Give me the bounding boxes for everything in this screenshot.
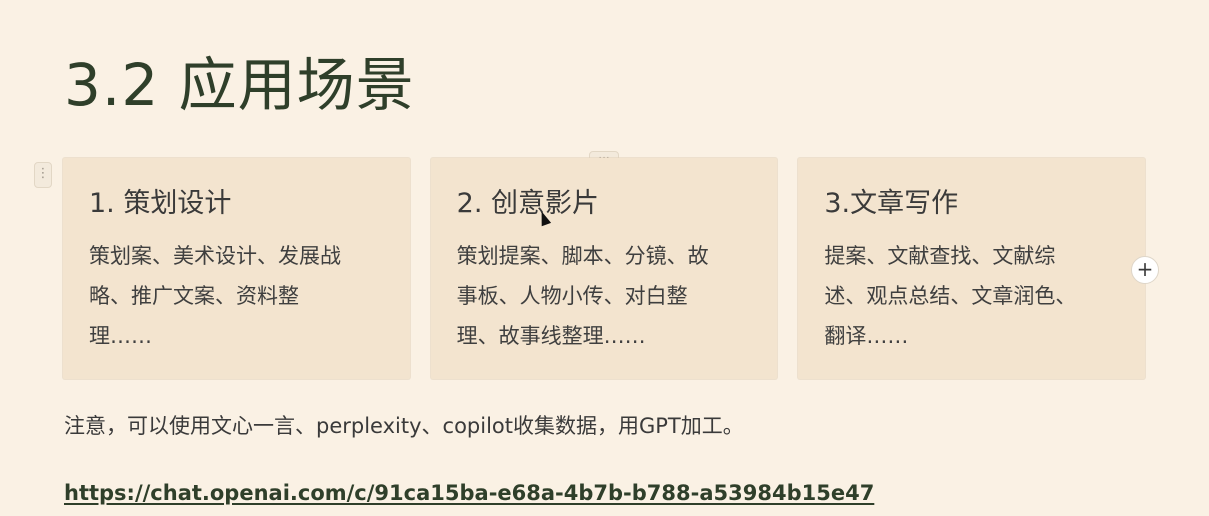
card-body-line: 理…… [89, 324, 152, 348]
card-body-line: 提案、文献查找、文献综 [824, 244, 1056, 268]
card-body: 策划提案、脚本、分镜、故 事板、人物小传、对白整 理、故事线整理…… [457, 236, 752, 356]
note-text: 注意，可以使用文心一言、perplexity、copilot收集数据，用GPT加… [64, 414, 744, 438]
card-title: 2. 创意影片 [456, 188, 600, 219]
card-body-line: 翻译…… [824, 324, 909, 348]
card-article-writing[interactable]: 3.文章写作 提案、文献查找、文献综 述、观点总结、文章润色、 翻译…… [798, 158, 1146, 379]
page-title: 3.2 应用场景 [64, 51, 415, 119]
card-body: 提案、文献查找、文献综 述、观点总结、文章润色、 翻译…… [824, 236, 1119, 356]
card-creative-film[interactable]: 2. 创意影片 策划提案、脚本、分镜、故 事板、人物小传、对白整 理、故事线整理… [430, 158, 778, 379]
add-column-button[interactable]: + [1131, 256, 1159, 284]
card-title: 1. 策划设计 [89, 188, 232, 219]
card-body-line: 策划提案、脚本、分镜、故 [456, 244, 709, 268]
card-body-line: 理、故事线整理…… [456, 324, 646, 348]
card-body-line: 策划案、美术设计、发展战 [89, 244, 341, 268]
card-body-line: 略、推广文案、资料整 [89, 284, 299, 308]
card-planning-design[interactable]: 1. 策划设计 策划案、美术设计、发展战 略、推广文案、资料整 理…… [63, 158, 410, 379]
card-body-line: 事板、人物小传、对白整 [456, 284, 688, 308]
card-body: 策划案、美术设计、发展战 略、推广文案、资料整 理…… [89, 236, 384, 356]
card-body-line: 述、观点总结、文章润色、 [824, 284, 1077, 308]
card-title: 3.文章写作 [824, 188, 959, 219]
chat-link[interactable]: https://chat.openai.com/c/91ca15ba-e68a-… [64, 477, 874, 509]
scenario-card-grid: 1. 策划设计 策划案、美术设计、发展战 略、推广文案、资料整 理…… 2. 创… [63, 158, 1146, 379]
drag-handle-icon[interactable]: ⋮ [34, 162, 52, 188]
